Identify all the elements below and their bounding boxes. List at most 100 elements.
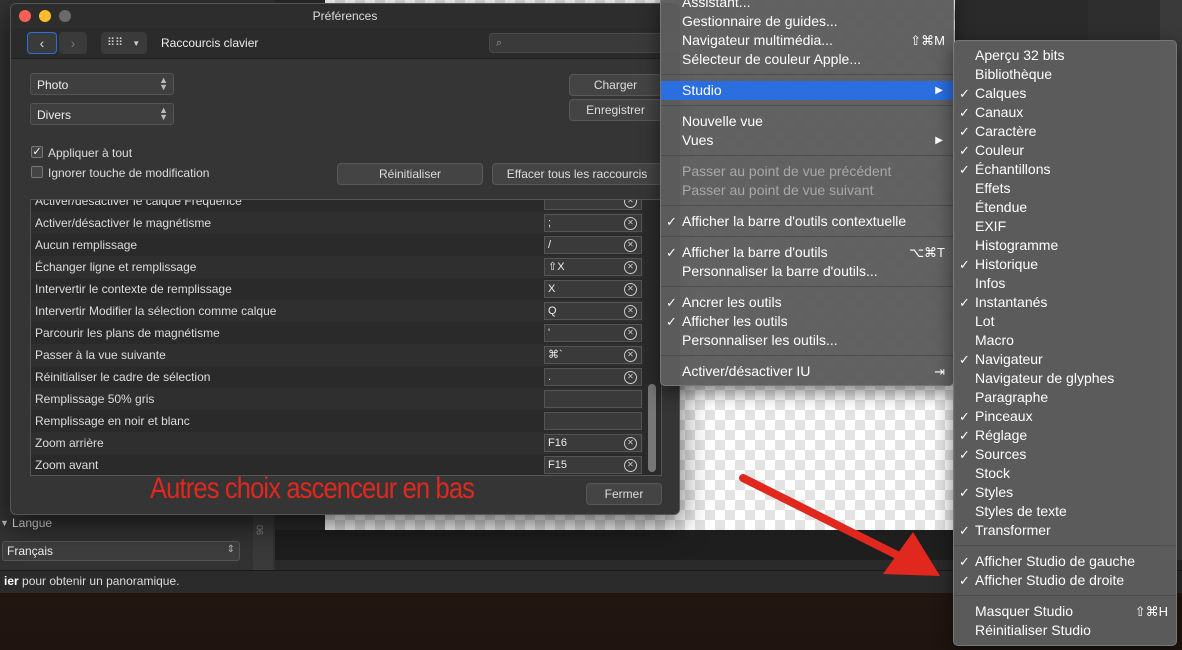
studio-menu-item[interactable]: ✓ Afficher Studio de droite <box>954 571 1176 590</box>
studio-menu-item[interactable]: EXIF <box>954 217 1176 236</box>
shortcut-key-field[interactable]: ' ✕ <box>544 324 642 342</box>
studio-menu-item[interactable]: Bibliothèque <box>954 65 1176 84</box>
studio-menu-item[interactable]: ✓ Couleur <box>954 141 1176 160</box>
studio-menu-item[interactable]: ✓ Afficher Studio de gauche <box>954 552 1176 571</box>
menu-item[interactable]: Nouvelle vue <box>661 112 953 131</box>
table-row[interactable]: Échanger ligne et remplissage ⇧X ✕ <box>31 256 643 278</box>
studio-menu-item[interactable]: Étendue <box>954 198 1176 217</box>
shortcut-key-field[interactable]: X ✕ <box>544 280 642 298</box>
menu-item[interactable]: Personnaliser les outils... <box>661 331 953 350</box>
clear-shortcut-icon[interactable]: ✕ <box>624 437 637 450</box>
studio-menu-item[interactable]: Lot <box>954 312 1176 331</box>
studio-menu-item[interactable]: ✓ Instantanés <box>954 293 1176 312</box>
shortcuts-table[interactable]: Activer/désactiver le calque Fréquence ✕ A… <box>30 199 662 476</box>
studio-menu-item[interactable]: Aperçu 32 bits <box>954 46 1176 65</box>
table-row[interactable]: Remplissage 50% gris <box>31 388 643 410</box>
table-row[interactable]: Intervertir le contexte de remplissage X ✕ <box>31 278 643 300</box>
clear-shortcut-icon[interactable]: ✕ <box>624 261 637 274</box>
table-row[interactable]: Zoom arrière F16 ✕ <box>31 432 643 454</box>
clear-shortcut-icon[interactable]: ✕ <box>624 200 637 208</box>
show-all-button[interactable]: ⠿⠿ ▼ <box>101 32 147 54</box>
studio-menu-item[interactable]: ✓ Caractère <box>954 122 1176 141</box>
studio-menu-item[interactable]: ✓ Sources <box>954 445 1176 464</box>
shortcut-key-field[interactable]: / ✕ <box>544 236 642 254</box>
studio-menu-item[interactable]: ✓ Transformer <box>954 521 1176 540</box>
studio-menu-item[interactable]: Histogramme <box>954 236 1176 255</box>
studio-menu-item[interactable]: ✓ Historique <box>954 255 1176 274</box>
menu-separator <box>661 205 953 206</box>
table-row[interactable]: Activer/désactiver le magnétisme; ✕ <box>31 212 643 234</box>
menu-item[interactable]: Personnaliser la barre d'outils... <box>661 262 953 281</box>
shortcut-key-field[interactable]: ✕ <box>544 200 642 210</box>
clear-all-shortcuts-button[interactable]: Effacer tous les raccourcis <box>492 163 662 185</box>
studio-menu-item[interactable]: Stock <box>954 464 1176 483</box>
menu-item[interactable]: Vues ▶ <box>661 131 953 150</box>
language-select[interactable]: Français ⇕ <box>2 541 240 561</box>
studio-menu-item[interactable]: Styles de texte <box>954 502 1176 521</box>
studio-menu-item[interactable]: Réinitialiser Studio <box>954 621 1176 640</box>
ignore-modifier-checkbox[interactable] <box>31 166 43 178</box>
close-button[interactable]: Fermer <box>586 483 662 505</box>
menu-item[interactable]: Activer/désactiver IU ⇥ <box>661 362 953 381</box>
shortcut-key-field[interactable]: F15 ✕ <box>544 456 642 474</box>
studio-menu-item[interactable]: Effets <box>954 179 1176 198</box>
menu-item[interactable]: ✓ Ancrer les outils <box>661 293 953 312</box>
clear-shortcut-icon[interactable]: ✕ <box>624 327 637 340</box>
shortcut-key-field[interactable]: F16 ✕ <box>544 434 642 452</box>
studio-menu-item[interactable]: ✓ Navigateur <box>954 350 1176 369</box>
back-button[interactable]: ‹ <box>27 32 57 54</box>
reset-button[interactable]: Réinitialiser <box>337 163 483 185</box>
table-row[interactable]: Aucun remplissage / ✕ <box>31 234 643 256</box>
studio-menu-item[interactable]: ✓ Échantillons <box>954 160 1176 179</box>
menu-item[interactable]: ✓ Afficher la barre d'outils contextuelle <box>661 212 953 231</box>
studio-menu-item[interactable]: ✓ Styles <box>954 483 1176 502</box>
shortcut-key-field[interactable] <box>544 390 642 408</box>
studio-menu-item[interactable]: ✓ Réglage <box>954 426 1176 445</box>
category-select[interactable]: Photo ▲ ▼ <box>30 73 174 95</box>
load-button[interactable]: Charger <box>569 74 662 96</box>
studio-menu-item[interactable]: Paragraphe <box>954 388 1176 407</box>
menu-item[interactable]: Studio ▶ <box>661 81 953 100</box>
shortcut-key-field[interactable] <box>544 412 642 430</box>
table-row[interactable]: Passer à la vue suivante ⌘` ✕ <box>31 344 643 366</box>
studio-menu-item[interactable]: Navigateur de glyphes <box>954 369 1176 388</box>
clear-shortcut-icon[interactable]: ✕ <box>624 305 637 318</box>
menu-item[interactable]: Sélecteur de couleur Apple... <box>661 50 953 69</box>
clear-shortcut-icon[interactable]: ✕ <box>624 371 637 384</box>
table-row[interactable]: Parcourir les plans de magnétisme ' ✕ <box>31 322 643 344</box>
menu-item[interactable]: Gestionnaire de guides... <box>661 12 953 31</box>
clear-shortcut-icon[interactable]: ✕ <box>624 239 637 252</box>
apply-all-checkbox[interactable]: ✓ <box>31 146 43 158</box>
studio-menu-item[interactable]: ✓ Canaux <box>954 103 1176 122</box>
clear-shortcut-icon[interactable]: ✕ <box>624 283 637 296</box>
shortcut-key-field[interactable]: ⇧X ✕ <box>544 258 642 276</box>
clear-shortcut-icon[interactable]: ✕ <box>624 349 637 362</box>
table-row[interactable]: Activer/désactiver le calque Fréquence ✕ <box>31 200 643 212</box>
subcategory-select[interactable]: Divers ▲ ▼ <box>30 103 174 125</box>
studio-menu-item[interactable]: ✓ Calques <box>954 84 1176 103</box>
shortcut-key-field[interactable]: . ✕ <box>544 368 642 386</box>
studio-menu-item[interactable]: ✓ Pinceaux <box>954 407 1176 426</box>
shortcut-key-field[interactable]: Q ✕ <box>544 302 642 320</box>
search-input[interactable]: ⌕ <box>489 33 679 53</box>
menu-item[interactable]: ✓ Afficher la barre d'outils ⌥⌘T <box>661 243 953 262</box>
clear-shortcut-icon[interactable]: ✕ <box>624 459 637 472</box>
shortcut-key-field[interactable]: ; ✕ <box>544 214 642 232</box>
chevron-left-icon: ‹ <box>39 35 45 51</box>
table-row[interactable]: Réinitialiser le cadre de sélection. ✕ <box>31 366 643 388</box>
disclosure-triangle-icon[interactable]: ▼ <box>0 518 9 528</box>
clear-shortcut-icon[interactable]: ✕ <box>624 217 637 230</box>
menu-item[interactable]: ✓ Afficher les outils <box>661 312 953 331</box>
table-row[interactable]: Intervertir Modifier la sélection comme … <box>31 300 643 322</box>
table-scrollbar[interactable] <box>648 384 656 472</box>
save-button[interactable]: Enregistrer <box>569 99 662 121</box>
forward-button[interactable]: › <box>59 32 87 54</box>
table-row[interactable]: Remplissage en noir et blanc <box>31 410 643 432</box>
menu-item[interactable]: Assistant... <box>661 0 953 12</box>
studio-menu-item[interactable]: Macro <box>954 331 1176 350</box>
studio-menu-item[interactable]: Infos <box>954 274 1176 293</box>
studio-menu-item[interactable]: Masquer Studio ⇧⌘H <box>954 602 1176 621</box>
menu-item[interactable]: Navigateur multimédia... ⇧⌘M <box>661 31 953 50</box>
shortcut-key-field[interactable]: ⌘` ✕ <box>544 346 642 364</box>
menu-item-label: Afficher la barre d'outils contextuelle <box>682 213 907 229</box>
